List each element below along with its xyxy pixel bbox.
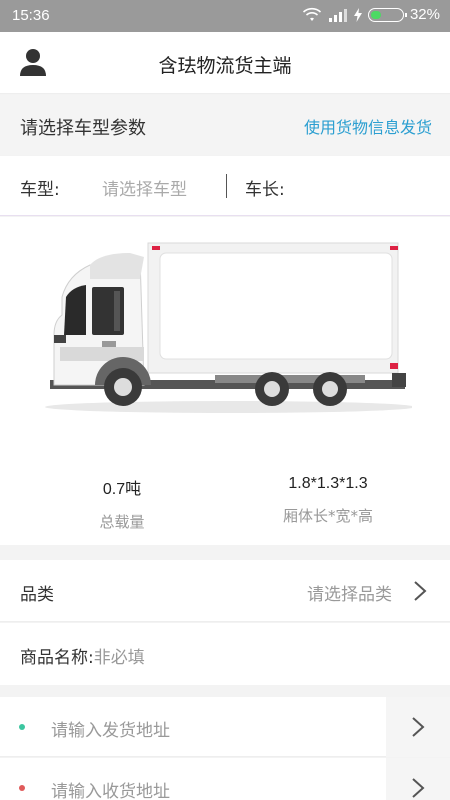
vehicle-preview: 0.7吨 总载量 1.8*1.3*1.3 厢体长*宽*高 — [0, 217, 450, 545]
battery-icon — [367, 7, 407, 22]
vehicle-type-select[interactable]: 请选择车型 — [102, 175, 187, 200]
vehicle-type-row: 车型: 请选择车型 车长: — [0, 156, 450, 216]
category-select[interactable]: 请选择品类 — [307, 580, 392, 605]
signal-icon — [328, 8, 347, 22]
product-name-row[interactable]: 商品名称:非必填 — [0, 623, 450, 685]
battery-percent: 32% — [409, 6, 440, 23]
size-value: 1.8*1.3*1.3 — [288, 475, 368, 492]
category-label: 品类 — [20, 585, 54, 605]
app-header: 含珐物流货主端 — [0, 32, 450, 94]
to-address-input[interactable]: 请输入收货地址 — [51, 777, 170, 800]
product-name-label: 商品名称:非必填 — [20, 643, 145, 668]
chevron-right-icon — [414, 581, 427, 601]
page-title: 含珐物流货主端 — [158, 55, 292, 77]
status-bar: 15:36 32% — [0, 0, 450, 32]
from-address-input[interactable]: 请输入发货地址 — [51, 716, 170, 741]
from-address-button[interactable] — [386, 697, 450, 757]
vehicle-section-header: 请选择车型参数 使用货物信息发货 — [0, 95, 450, 155]
charging-icon — [353, 7, 362, 22]
to-address-row[interactable]: 请输入收货地址 — [0, 758, 450, 800]
chevron-right-icon — [412, 717, 425, 737]
load-value: 0.7吨 — [102, 481, 142, 498]
chevron-right-icon — [412, 778, 425, 798]
to-address-button[interactable] — [386, 758, 450, 800]
from-dot-icon — [19, 724, 25, 730]
product-name-label-text: 商品名称: — [20, 648, 94, 668]
size-label: 厢体长*宽*高 — [282, 507, 373, 525]
status-icons: 32% — [302, 6, 440, 23]
size-spec: 1.8*1.3*1.3 厢体长*宽*高 — [250, 475, 406, 526]
product-name-input[interactable]: 非必填 — [94, 648, 145, 668]
to-dot-icon — [19, 785, 25, 791]
from-address-row[interactable]: 请输入发货地址 — [0, 697, 450, 757]
divider — [226, 174, 227, 198]
load-spec: 0.7吨 总载量 — [62, 475, 182, 532]
status-time: 15:36 — [12, 7, 50, 24]
vehicle-length-label: 车长: — [245, 180, 285, 200]
load-label: 总载量 — [99, 513, 145, 531]
truck-illustration — [45, 242, 412, 413]
vehicle-section-title: 请选择车型参数 — [20, 118, 146, 139]
wifi-icon — [302, 7, 322, 21]
category-row[interactable]: 品类 请选择品类 — [0, 560, 450, 622]
vehicle-type-label: 车型: — [20, 180, 60, 200]
use-cargo-info-link[interactable]: 使用货物信息发货 — [304, 114, 432, 138]
